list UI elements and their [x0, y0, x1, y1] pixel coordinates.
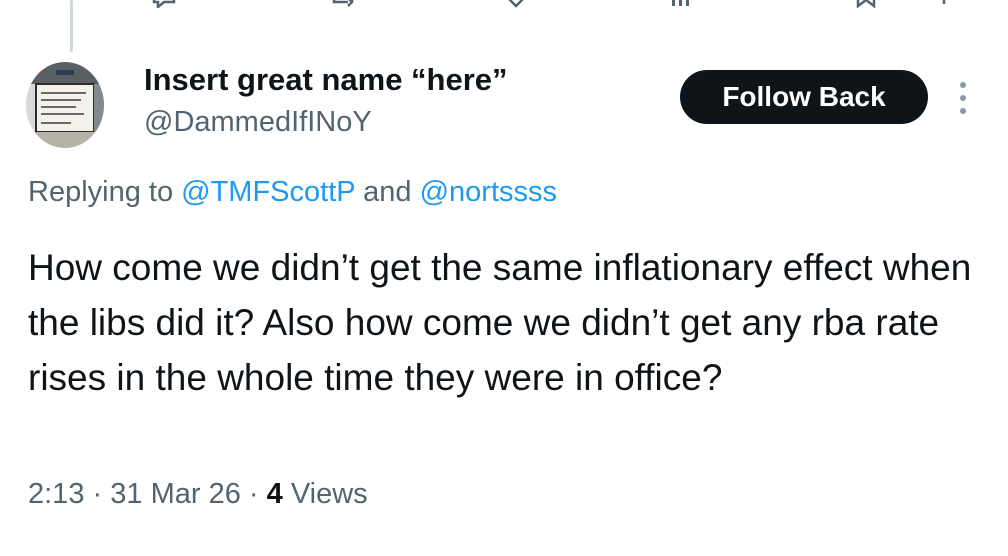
like-icon[interactable]: [502, 0, 530, 8]
views-icon[interactable]: [668, 0, 696, 8]
meta-separator: ·: [92, 478, 103, 510]
author-handle[interactable]: @DammedIfINoY: [144, 106, 372, 139]
thread-connector-line: [70, 0, 73, 52]
tweet-text: How come we didn’t get the same inflatio…: [28, 247, 972, 398]
retweet-icon[interactable]: [330, 0, 358, 8]
replying-to: Replying to @TMFScottP and @nortssss: [28, 176, 557, 209]
previous-tweet-action-bar: [0, 0, 1008, 8]
more-vertical-icon[interactable]: [950, 78, 976, 118]
follow-back-button[interactable]: Follow Back: [680, 70, 928, 124]
replying-to-label: Replying to: [28, 176, 174, 208]
avatar[interactable]: [26, 62, 104, 148]
author-name[interactable]: Insert great name “here”: [144, 62, 508, 98]
bookmark-icon[interactable]: [852, 0, 880, 8]
mention-link[interactable]: @nortssss: [420, 176, 557, 208]
meta-separator: ·: [248, 478, 259, 510]
share-icon[interactable]: [930, 0, 958, 8]
tweet-time[interactable]: 2:13: [28, 478, 84, 510]
tweet-meta: 2:13 · 31 Mar 26 · 4 Views: [28, 478, 368, 511]
views-count[interactable]: 4: [267, 478, 283, 510]
reply-icon[interactable]: [150, 0, 178, 8]
replying-to-joiner: and: [363, 176, 412, 208]
views-label: Views: [290, 478, 368, 510]
tweet-date[interactable]: 31 Mar 26: [110, 478, 241, 510]
mention-link[interactable]: @TMFScottP: [181, 176, 355, 208]
